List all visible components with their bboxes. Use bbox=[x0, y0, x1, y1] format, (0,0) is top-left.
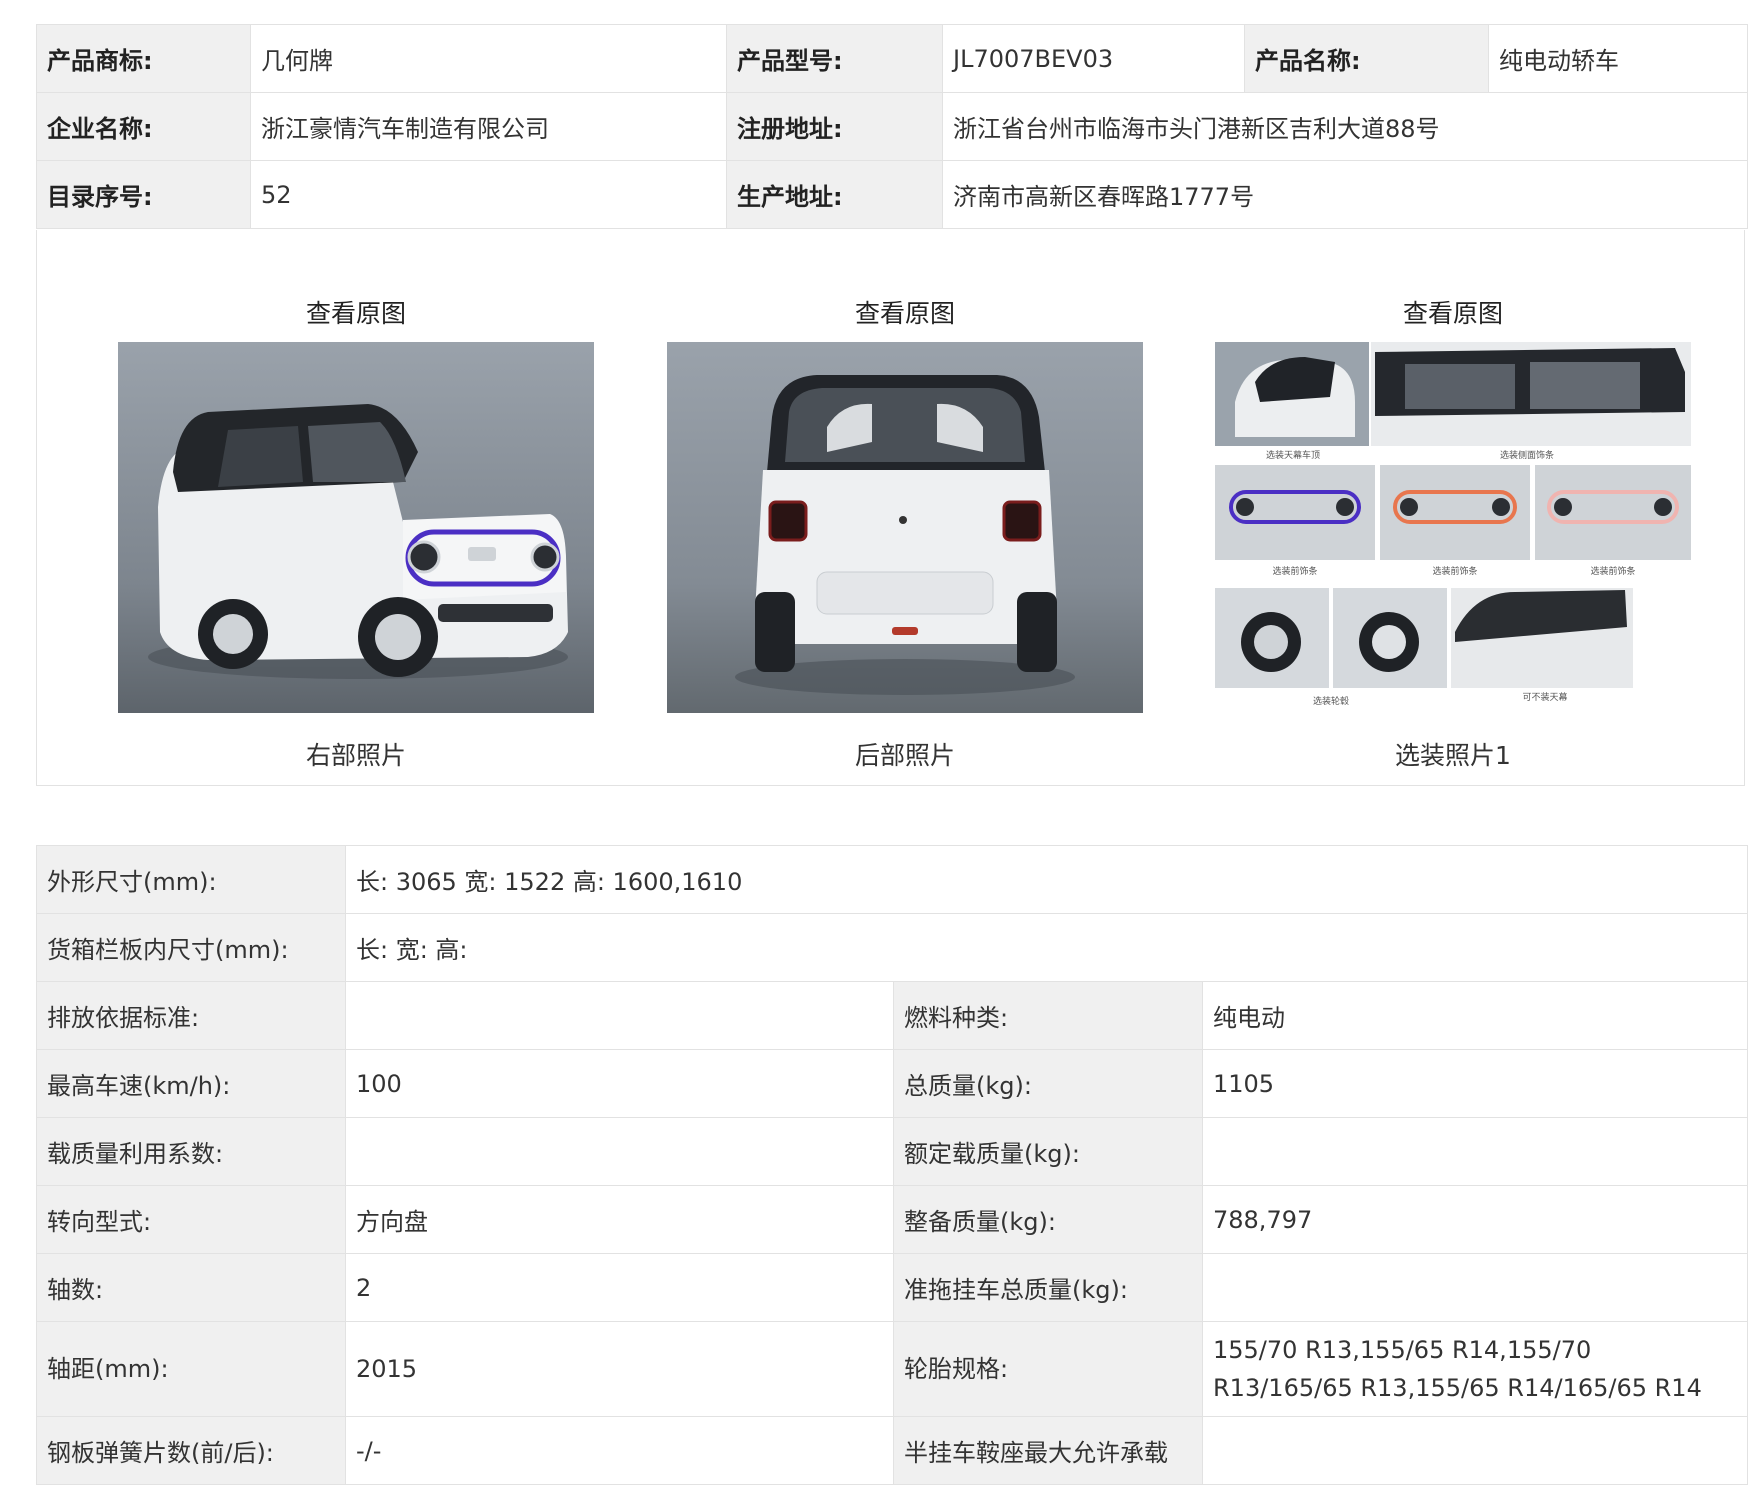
axle-count-value: 2 bbox=[345, 1253, 894, 1322]
product-name-label: 产品名称: bbox=[1244, 24, 1489, 93]
curb-mass-label: 整备质量(kg): bbox=[893, 1185, 1203, 1254]
spec-row: 轴数: 2 准拖挂车总质量(kg): bbox=[36, 1253, 1748, 1322]
production-address-value: 济南市高新区春晖路1777号 bbox=[942, 160, 1748, 229]
info-row: 企业名称: 浙江豪情汽车制造有限公司 注册地址: 浙江省台州市临海市头门港新区吉… bbox=[36, 92, 1748, 161]
collage-label: 选装前饰条 bbox=[1272, 565, 1317, 577]
optional-equipment-collage: 选装天幕车顶 选装侧面饰条 选装前饰条 选装前饰条 选装前饰条 选装轮毂 可不装… bbox=[1215, 342, 1691, 713]
specification-table: 外形尺寸(mm): 长: 3065 宽: 1522 高: 1600,1610 货… bbox=[36, 845, 1748, 1485]
steering-type-label: 转向型式: bbox=[36, 1185, 346, 1254]
brand-label: 产品商标: bbox=[36, 24, 251, 93]
max-speed-label: 最高车速(km/h): bbox=[36, 1049, 346, 1118]
spec-row: 钢板弹簧片数(前/后): -/- 半挂车鞍座最大允许承载 bbox=[36, 1416, 1748, 1485]
collage-label: 选装侧面饰条 bbox=[1500, 449, 1554, 461]
total-mass-label: 总质量(kg): bbox=[893, 1049, 1203, 1118]
right-side-photo[interactable] bbox=[118, 342, 594, 713]
tow-mass-label: 准拖挂车总质量(kg): bbox=[893, 1253, 1203, 1322]
cargo-dimensions-label: 货箱栏板内尺寸(mm): bbox=[36, 913, 346, 982]
car-rear-illustration bbox=[667, 342, 1143, 713]
production-address-label: 生产地址: bbox=[726, 160, 943, 229]
info-row: 目录序号: 52 生产地址: 济南市高新区春晖路1777号 bbox=[36, 160, 1748, 229]
view-original-link[interactable]: 查看原图 bbox=[1215, 294, 1691, 330]
photo-panel: 查看原图 右部照片 查看原图 后部照片 查看原图 选装天幕车顶 选装侧面饰条 选… bbox=[36, 230, 1745, 786]
emission-standard-value bbox=[345, 981, 894, 1050]
emission-standard-label: 排放依据标准: bbox=[36, 981, 346, 1050]
rated-load-value bbox=[1202, 1117, 1748, 1186]
collage-label: 选装前饰条 bbox=[1432, 565, 1477, 577]
register-address-value: 浙江省台州市临海市头门港新区吉利大道88号 bbox=[942, 92, 1748, 161]
photo-caption: 后部照片 bbox=[854, 741, 955, 770]
car-right-illustration bbox=[118, 342, 594, 713]
spec-row: 转向型式: 方向盘 整备质量(kg): 788,797 bbox=[36, 1185, 1748, 1254]
view-original-link[interactable]: 查看原图 bbox=[118, 294, 594, 330]
register-address-label: 注册地址: bbox=[726, 92, 943, 161]
collage-label: 选装轮毂 bbox=[1313, 695, 1349, 707]
model-value: JL7007BEV03 bbox=[942, 24, 1245, 93]
collage-label: 选装天幕车顶 bbox=[1266, 449, 1320, 461]
dimensions-value: 长: 3065 宽: 1522 高: 1600,1610 bbox=[345, 845, 1748, 914]
photo-caption: 选装照片1 bbox=[1395, 741, 1511, 770]
product-name-value: 纯电动轿车 bbox=[1488, 24, 1748, 93]
dimensions-label: 外形尺寸(mm): bbox=[36, 845, 346, 914]
steering-type-value: 方向盘 bbox=[345, 1185, 894, 1254]
tire-spec-value: 155/70 R13,155/65 R14,155/70 R13/165/65 … bbox=[1202, 1321, 1748, 1417]
catalog-number-value: 52 bbox=[250, 160, 727, 229]
curb-mass-value: 788,797 bbox=[1202, 1185, 1748, 1254]
fuel-type-value: 纯电动 bbox=[1202, 981, 1748, 1050]
axle-count-label: 轴数: bbox=[36, 1253, 346, 1322]
wheelbase-value: 2015 bbox=[345, 1321, 894, 1417]
spec-row: 外形尺寸(mm): 长: 3065 宽: 1522 高: 1600,1610 bbox=[36, 845, 1748, 914]
load-coefficient-value bbox=[345, 1117, 894, 1186]
company-label: 企业名称: bbox=[36, 92, 251, 161]
spring-leaf-value: -/- bbox=[345, 1416, 894, 1485]
info-row: 产品商标: 几何牌 产品型号: JL7007BEV03 产品名称: 纯电动轿车 bbox=[36, 24, 1748, 93]
spec-row: 货箱栏板内尺寸(mm): 长: 宽: 高: bbox=[36, 913, 1748, 982]
cargo-dimensions-value: 长: 宽: 高: bbox=[345, 913, 1748, 982]
spring-leaf-label: 钢板弹簧片数(前/后): bbox=[36, 1416, 346, 1485]
tire-spec-label: 轮胎规格: bbox=[893, 1321, 1203, 1417]
total-mass-value: 1105 bbox=[1202, 1049, 1748, 1118]
model-label: 产品型号: bbox=[726, 24, 943, 93]
rated-load-label: 额定载质量(kg): bbox=[893, 1117, 1203, 1186]
saddle-load-value bbox=[1202, 1416, 1748, 1485]
collage-label: 可不装天幕 bbox=[1522, 691, 1567, 703]
fuel-type-label: 燃料种类: bbox=[893, 981, 1203, 1050]
tow-mass-value bbox=[1202, 1253, 1748, 1322]
spec-row: 载质量利用系数: 额定载质量(kg): bbox=[36, 1117, 1748, 1186]
optional-photo[interactable]: 选装天幕车顶 选装侧面饰条 选装前饰条 选装前饰条 选装前饰条 选装轮毂 可不装… bbox=[1215, 342, 1691, 713]
collage-label: 选装前饰条 bbox=[1590, 565, 1635, 577]
rear-photo[interactable] bbox=[667, 342, 1143, 713]
brand-value: 几何牌 bbox=[250, 24, 727, 93]
wheelbase-label: 轴距(mm): bbox=[36, 1321, 346, 1417]
max-speed-value: 100 bbox=[345, 1049, 894, 1118]
spec-row: 轴距(mm): 2015 轮胎规格: 155/70 R13,155/65 R14… bbox=[36, 1321, 1748, 1417]
catalog-number-label: 目录序号: bbox=[36, 160, 251, 229]
product-info-table: 产品商标: 几何牌 产品型号: JL7007BEV03 产品名称: 纯电动轿车 … bbox=[36, 24, 1748, 229]
saddle-load-label: 半挂车鞍座最大允许承载 bbox=[893, 1416, 1203, 1485]
company-value: 浙江豪情汽车制造有限公司 bbox=[250, 92, 727, 161]
spec-row: 排放依据标准: 燃料种类: 纯电动 bbox=[36, 981, 1748, 1050]
view-original-link[interactable]: 查看原图 bbox=[667, 294, 1143, 330]
load-coefficient-label: 载质量利用系数: bbox=[36, 1117, 346, 1186]
photo-caption: 右部照片 bbox=[305, 741, 406, 770]
spec-row: 最高车速(km/h): 100 总质量(kg): 1105 bbox=[36, 1049, 1748, 1118]
